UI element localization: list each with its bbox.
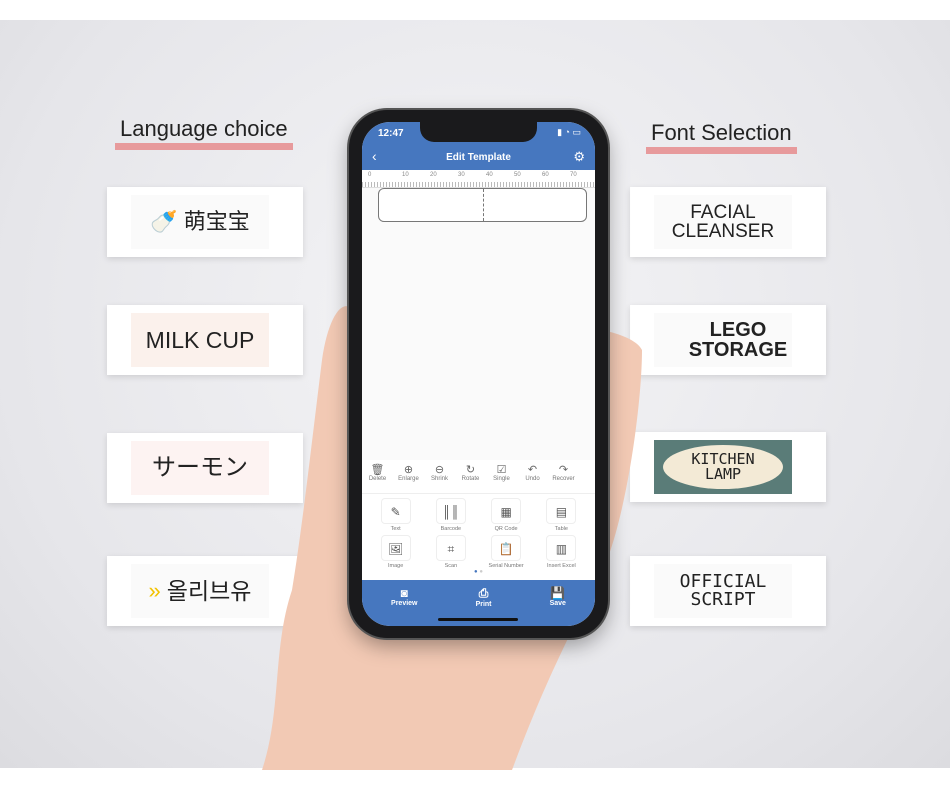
label-sample: FACIAL CLEANSER bbox=[630, 187, 826, 257]
pacifier-icon: 🍼 bbox=[150, 209, 178, 234]
label-sample: 🍼 萌宝宝 bbox=[107, 187, 303, 257]
tool-table[interactable]: ▤ Table bbox=[534, 498, 589, 532]
tool-insert-excel[interactable]: ▥ Insert Excel bbox=[534, 535, 589, 569]
label-sample: KITCHEN LAMP bbox=[630, 432, 826, 502]
label-sample: LEGO STORAGE bbox=[630, 305, 826, 375]
enlarge-button[interactable]: ⊕ Enlarge bbox=[393, 463, 424, 493]
tool-qr-code[interactable]: ▦ QR Code bbox=[479, 498, 534, 532]
font-heading: Font Selection bbox=[646, 120, 797, 154]
save-button[interactable]: 💾 Save bbox=[550, 586, 566, 626]
tool-barcode[interactable]: ║║ Barcode bbox=[423, 498, 478, 532]
tool-serial-number[interactable]: 📋 Serial Number bbox=[479, 535, 534, 569]
status-icons: ▮ ◔ ▭ bbox=[557, 127, 581, 137]
status-time: 12:47 bbox=[378, 128, 404, 139]
image-icon: 🖼 bbox=[380, 535, 411, 561]
tool-image[interactable]: 🖼 Image bbox=[368, 535, 423, 569]
tool-scan[interactable]: ⌗ Scan bbox=[423, 535, 478, 569]
phone: 12:47 ▮ ◔ ▭ ‹ Edit Template ⚙ 0 10 20 30 40 5… bbox=[349, 110, 608, 638]
template-canvas[interactable] bbox=[362, 188, 595, 460]
undo-button[interactable]: ↶ Undo bbox=[517, 463, 548, 493]
arrow-icon: » bbox=[148, 578, 161, 603]
label-sample: OFFICIAL SCRIPT bbox=[630, 556, 826, 626]
clipboard-icon: 📋 bbox=[491, 535, 522, 561]
recover-button[interactable]: ↷ Recover bbox=[548, 463, 579, 493]
ruler: 0 10 20 30 40 50 60 70 bbox=[362, 170, 595, 188]
scan-icon: ⌗ bbox=[435, 535, 466, 561]
tool-text[interactable]: ✎ Text bbox=[368, 498, 423, 532]
rotate-button[interactable]: ↻ Rotate bbox=[455, 463, 486, 493]
page-title: Edit Template bbox=[446, 152, 511, 163]
language-heading: Language choice bbox=[115, 116, 293, 150]
pencil-icon: ✎ bbox=[380, 498, 411, 524]
preview-button[interactable]: ◙ Preview bbox=[391, 586, 417, 626]
toolbar: 🗑 Delete ⊕ Enlarge ⊖ Shrink ↻ Rotate ☑ Single… bbox=[362, 460, 595, 494]
shrink-button[interactable]: ⊖ Shrink bbox=[424, 463, 455, 493]
sheet-icon: ▥ bbox=[546, 535, 577, 561]
bottom-bar: ◙ Preview ⎙ Print 💾 Save bbox=[362, 580, 595, 626]
label-template[interactable] bbox=[378, 188, 587, 222]
delete-button[interactable]: 🗑 Delete bbox=[362, 463, 393, 493]
qr-icon: ▦ bbox=[491, 498, 522, 524]
barcode-icon: ║║ bbox=[435, 498, 466, 524]
table-icon: ▤ bbox=[546, 498, 577, 524]
gear-icon[interactable]: ⚙ bbox=[573, 149, 585, 165]
page-dots: ● ● bbox=[474, 569, 483, 575]
single-button[interactable]: ☑ Single bbox=[486, 463, 517, 493]
